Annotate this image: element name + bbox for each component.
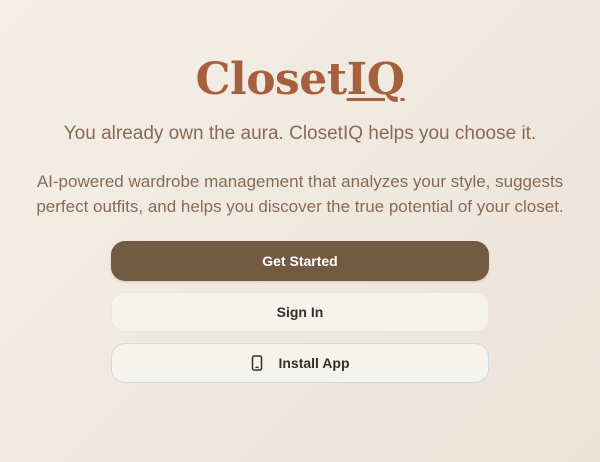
install-app-label: Install App [278,355,350,371]
sign-in-button[interactable]: Sign In [111,292,489,332]
description: AI-powered wardrobe management that anal… [36,172,564,216]
logo-text: ClosetIQ [195,54,405,105]
landing-page: ClosetIQ You already own the aura. Close… [0,0,600,462]
tagline: You already own the aura. ClosetIQ helps… [63,123,537,144]
get-started-button[interactable]: Get Started [111,241,489,281]
app-logo: ClosetIQ [195,52,405,108]
install-app-button[interactable]: Install App [111,343,489,383]
action-buttons: Get Started Sign In Install App [111,241,489,383]
sign-in-label: Sign In [276,304,324,320]
get-started-label: Get Started [262,253,338,269]
smartphone-icon [250,355,264,371]
